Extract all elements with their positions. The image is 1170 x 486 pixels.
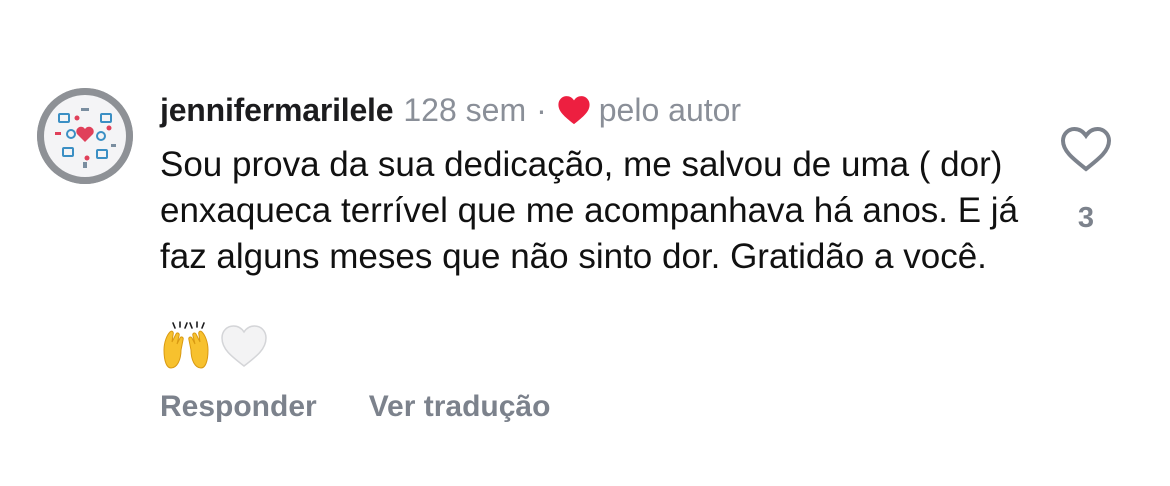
like-control: 3 xyxy=(1058,126,1114,235)
comment-text: Sou prova da sua dedicação, me salvou de… xyxy=(160,145,1019,276)
heart-outline-icon[interactable] xyxy=(1058,126,1114,172)
username[interactable]: jennifermarilele xyxy=(160,92,394,129)
comment-header: jennifermarilele 128 sem · pelo autor xyxy=(160,88,741,132)
comment-actions: Responder Ver tradução xyxy=(160,390,550,424)
see-translation-button[interactable]: Ver tradução xyxy=(369,390,551,424)
timestamp: 128 sem xyxy=(403,91,527,128)
separator-dot: · xyxy=(536,91,547,128)
raising-hands-emoji xyxy=(163,321,209,369)
avatar[interactable] xyxy=(37,88,133,184)
comment-item: jennifermarilele 128 sem · pelo autor So… xyxy=(0,0,1170,486)
white-heart-emoji xyxy=(221,325,267,367)
reply-button[interactable]: Responder xyxy=(160,390,317,424)
comment-emojis xyxy=(160,320,270,372)
liked-by-author-label: pelo autor xyxy=(598,91,742,128)
author-heart-icon xyxy=(557,94,591,126)
like-count: 3 xyxy=(1077,202,1095,234)
avatar-image xyxy=(37,88,133,184)
